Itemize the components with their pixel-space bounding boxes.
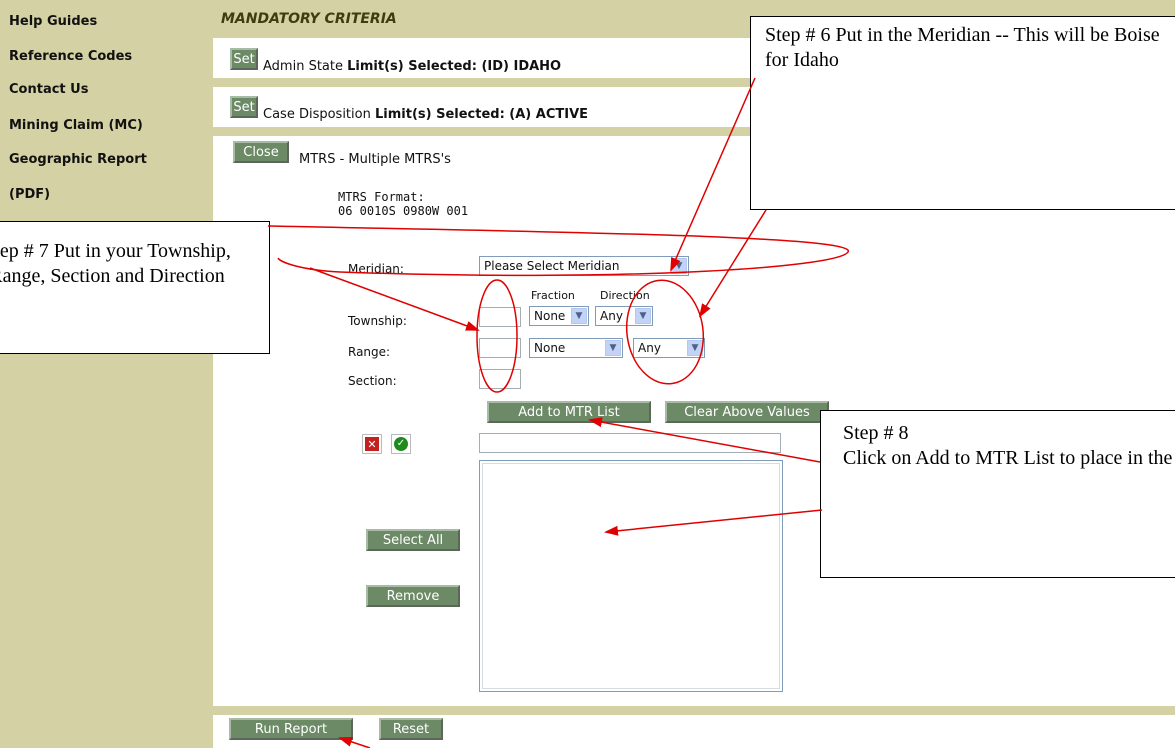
mtrs-title: MTRS - Multiple MTRS's — [299, 152, 451, 167]
clear-above-values-button[interactable]: Clear Above Values — [665, 401, 829, 423]
admin-state-label: Admin State Limit(s) Selected: (ID) IDAH… — [263, 59, 562, 74]
township-input[interactable] — [479, 307, 521, 327]
chevron-down-icon: ▼ — [635, 308, 651, 324]
add-to-mtr-list-button[interactable]: Add to MTR List — [487, 401, 651, 423]
direction-header: Direction — [600, 289, 650, 302]
chevron-down-icon: ▼ — [605, 340, 621, 356]
green-check-icon: ✓ — [394, 437, 408, 451]
mtrs-format-label: MTRS Format: — [338, 190, 425, 204]
meridian-select[interactable]: Please Select Meridian ▼ — [479, 256, 689, 276]
step8-callout-frame: Step # 8 Click on Add to MTR List to pla… — [820, 410, 1175, 578]
township-direction-select[interactable]: Any ▼ — [595, 306, 653, 326]
township-label: Township: — [348, 314, 407, 328]
admin-state-limits: Limit(s) Selected: (ID) IDAHO — [347, 59, 562, 74]
step7-callout: Step # 7 Put in your Township, Range, Se… — [0, 221, 270, 354]
case-disposition-set-button[interactable]: Set — [230, 96, 258, 118]
step7-callout-frame: Step # 7 Put in your Township, Range, Se… — [0, 221, 270, 354]
step8-callout: Step # 8 Click on Add to MTR List to pla… — [820, 410, 1175, 578]
mtrs-format-example: 06 0010S 0980W 001 — [338, 204, 469, 218]
step6-callout: Step # 6 Put in the Meridian -- This wil… — [750, 16, 1175, 210]
case-disposition-label: Case Disposition Limit(s) Selected: (A) … — [263, 107, 589, 122]
run-report-button[interactable]: Run Report — [229, 718, 353, 740]
sidebar-item-geographic-report[interactable]: Geographic Report — [9, 152, 147, 167]
chevron-down-icon: ▼ — [671, 258, 687, 274]
range-direction-select[interactable]: Any ▼ — [633, 338, 705, 358]
delete-entry-button[interactable]: ✕ — [362, 434, 382, 454]
sidebar: Help Guides Reference Codes Contact Us M… — [0, 0, 208, 748]
sidebar-item-mining-claim[interactable]: Mining Claim (MC) — [9, 118, 143, 133]
township-fraction-select[interactable]: None ▼ — [529, 306, 589, 326]
sidebar-item-help-guides[interactable]: Help Guides — [9, 14, 97, 29]
remove-button[interactable]: Remove — [366, 585, 460, 607]
range-label: Range: — [348, 345, 391, 359]
range-input[interactable] — [479, 338, 521, 358]
report-actions-row: Run Report Reset — [213, 715, 1175, 748]
mtrs-close-button[interactable]: Close — [233, 141, 289, 163]
section-label: Section: — [348, 374, 397, 388]
mtr-list-box[interactable] — [479, 460, 783, 692]
fraction-header: Fraction — [531, 289, 575, 302]
meridian-label: Meridian: — [348, 262, 404, 276]
red-x-icon: ✕ — [365, 437, 379, 451]
chevron-down-icon: ▼ — [571, 308, 587, 324]
chevron-down-icon: ▼ — [687, 340, 703, 356]
section-input[interactable] — [479, 369, 521, 389]
sidebar-item-contact-us[interactable]: Contact Us — [9, 82, 88, 97]
select-all-button[interactable]: Select All — [366, 529, 460, 551]
confirm-entry-button[interactable]: ✓ — [391, 434, 411, 454]
sidebar-item-pdf[interactable]: (PDF) — [9, 187, 50, 202]
mtr-entry-field[interactable] — [479, 433, 781, 453]
reset-button[interactable]: Reset — [379, 718, 443, 740]
range-fraction-select[interactable]: None ▼ — [529, 338, 623, 358]
sidebar-item-reference-codes[interactable]: Reference Codes — [9, 49, 132, 64]
admin-state-set-button[interactable]: Set — [230, 48, 258, 70]
page-title: MANDATORY CRITERIA — [221, 11, 397, 27]
case-disposition-limits: Limit(s) Selected: (A) ACTIVE — [374, 107, 589, 122]
